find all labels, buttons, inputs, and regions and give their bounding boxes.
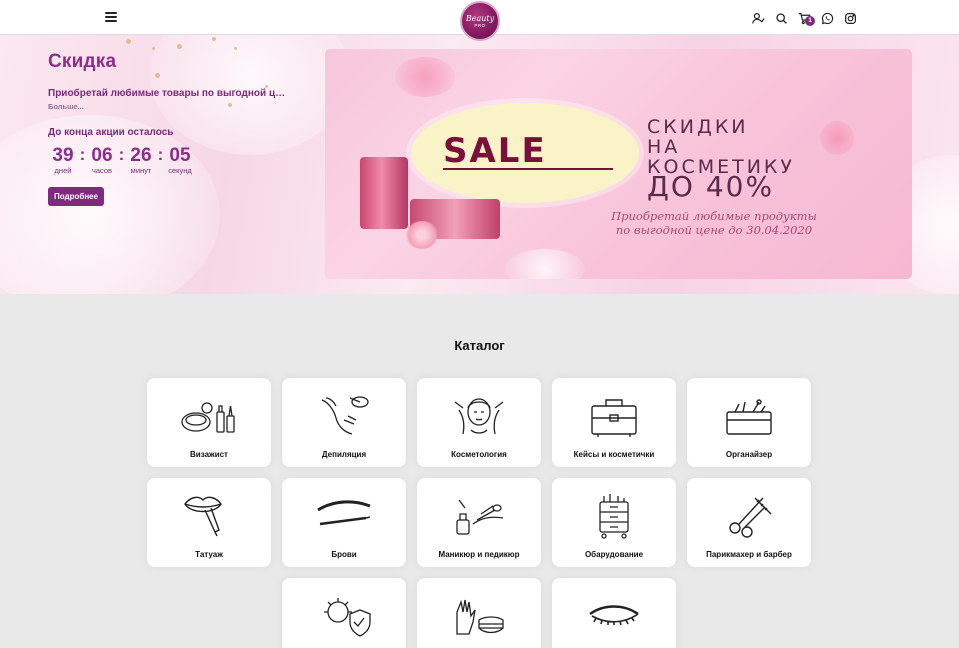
countdown-timer: 39 дней : 06 часов : 26 минут : 05 секун… (48, 146, 298, 176)
catalog-item-label: Маникюр и педикюр (438, 550, 520, 559)
rose-decoration (405, 221, 439, 249)
catalog-item-equipment[interactable]: Обарудование (552, 478, 676, 567)
catalog-item-label: Брови (331, 550, 357, 559)
menu-icon[interactable] (105, 12, 117, 23)
flower-decoration (820, 121, 854, 155)
site-header: Beauty PRO 1 (0, 0, 959, 41)
catalog-item-manicure[interactable]: Маникюр и педикюр (417, 478, 541, 567)
decor-glow (505, 249, 585, 279)
countdown-separator: : (118, 145, 125, 164)
organizer-icon (709, 386, 789, 444)
cosmetology-icon (439, 386, 519, 444)
flower-decoration (395, 57, 455, 97)
sale-banner[interactable]: SALE СКИДКИ НА КОСМЕТИКУ ДО 40% Приобрет… (325, 49, 912, 279)
countdown-label: До конца акции осталось (48, 127, 174, 138)
logo-subtext: PRO (474, 22, 486, 28)
manicure-icon (439, 486, 519, 544)
catalog-item-label: Косметология (451, 450, 507, 459)
logo[interactable]: Beauty PRO (460, 1, 500, 41)
decor-sparkle (126, 39, 131, 44)
promo-text: Приобретай любимые товары по выгодной це… (48, 88, 288, 99)
catalog-item-organizer[interactable]: Органайзер (687, 378, 811, 467)
catalog-item-protection[interactable] (417, 578, 541, 648)
makeup-icon (169, 386, 249, 444)
decor-sparkle (177, 44, 182, 49)
promo-title: Скидка (48, 51, 117, 72)
eyelash-icon (574, 586, 654, 644)
disinfection-icon (304, 586, 384, 644)
sale-headline-line: НА (647, 136, 681, 158)
sale-subline: Приобретай любимые продукты по выгодной … (539, 209, 889, 237)
catalog-item-hairdresser[interactable]: Парикмахер и барбер (687, 478, 811, 567)
cart-count-badge: 1 (805, 16, 815, 26)
sale-underline (443, 168, 613, 170)
catalog-item-cosmetology[interactable]: Косметология (417, 378, 541, 467)
eyebrow-icon (304, 486, 384, 544)
sale-label: SALE (443, 131, 547, 171)
countdown-separator: : (157, 145, 164, 164)
catalog-item-lashes[interactable] (552, 578, 676, 648)
catalog-item-label: Кейсы и косметички (573, 450, 655, 459)
catalog-title: Каталог (454, 338, 505, 353)
countdown-hours: 06 часов (87, 146, 117, 176)
promo-more-link[interactable]: Больше... (48, 102, 298, 111)
sale-headline: СКИДКИ НА КОСМЕТИКУ ДО 40% (647, 116, 795, 203)
countdown-seconds-value: 05 (169, 145, 191, 166)
countdown-minutes-value: 26 (130, 145, 152, 166)
countdown-hours-value: 06 (91, 145, 113, 166)
countdown-days-value: 39 (52, 145, 74, 166)
depilation-icon (304, 386, 384, 444)
sale-subline-line: Приобретай любимые продукты (611, 209, 817, 223)
sale-headline-line: СКИДКИ (647, 116, 749, 138)
catalog-item-label: Обарудование (584, 550, 644, 559)
decor-sparkle (234, 47, 237, 50)
whatsapp-icon[interactable] (819, 10, 836, 27)
hero-section: Скидка Приобретай любимые товары по выго… (0, 35, 959, 294)
countdown-minutes-label: минут (130, 166, 152, 175)
sale-subline-line: по выгодной цене до 30.04.2020 (615, 223, 813, 237)
logo-text: Beauty (465, 13, 495, 23)
promo-block: Скидка Приобретай любимые товары по выго… (48, 51, 298, 206)
scissors-comb-icon (709, 486, 789, 544)
catalog-item-cases[interactable]: Кейсы и косметички (552, 378, 676, 467)
catalog-item-label: Визажист (190, 450, 228, 459)
catalog-item-label: Депиляция (321, 450, 367, 459)
countdown-hours-label: часов (91, 166, 113, 175)
catalog-item-tattoo[interactable]: Татуаж (147, 478, 271, 567)
countdown-minutes: 26 минут (126, 146, 156, 176)
instagram-icon[interactable] (842, 10, 859, 27)
gloves-mask-icon (439, 586, 519, 644)
catalog-item-brows[interactable]: Брови (282, 478, 406, 567)
equipment-icon (574, 486, 654, 544)
lips-tattoo-icon (169, 486, 249, 544)
details-button[interactable]: Подробнее (48, 187, 105, 206)
catalog-item-label: Парикмахер и барбер (706, 550, 792, 559)
countdown-separator: : (79, 145, 86, 164)
user-check-icon[interactable] (750, 10, 767, 27)
countdown-days: 39 дней (48, 146, 78, 176)
sale-headline-percent: ДО 40% (647, 170, 775, 203)
decor-sparkle (212, 37, 216, 41)
cosmetic-jar (360, 157, 408, 229)
cart-icon[interactable]: 1 (796, 10, 815, 27)
header-icons: 1 (750, 10, 859, 27)
countdown-seconds-label: секунд (168, 166, 192, 175)
catalog-item-label: Татуаж (195, 550, 223, 559)
case-icon (574, 386, 654, 444)
decor-sparkle (152, 47, 155, 50)
catalog-item-disinfection[interactable] (282, 578, 406, 648)
catalog-item-label: Органайзер (725, 450, 773, 459)
countdown-seconds: 05 секунд (165, 146, 195, 176)
catalog-item-makeup[interactable]: Визажист (147, 378, 271, 467)
countdown-days-label: дней (54, 166, 72, 175)
search-icon[interactable] (773, 10, 790, 27)
catalog-item-depilation[interactable]: Депиляция (282, 378, 406, 467)
